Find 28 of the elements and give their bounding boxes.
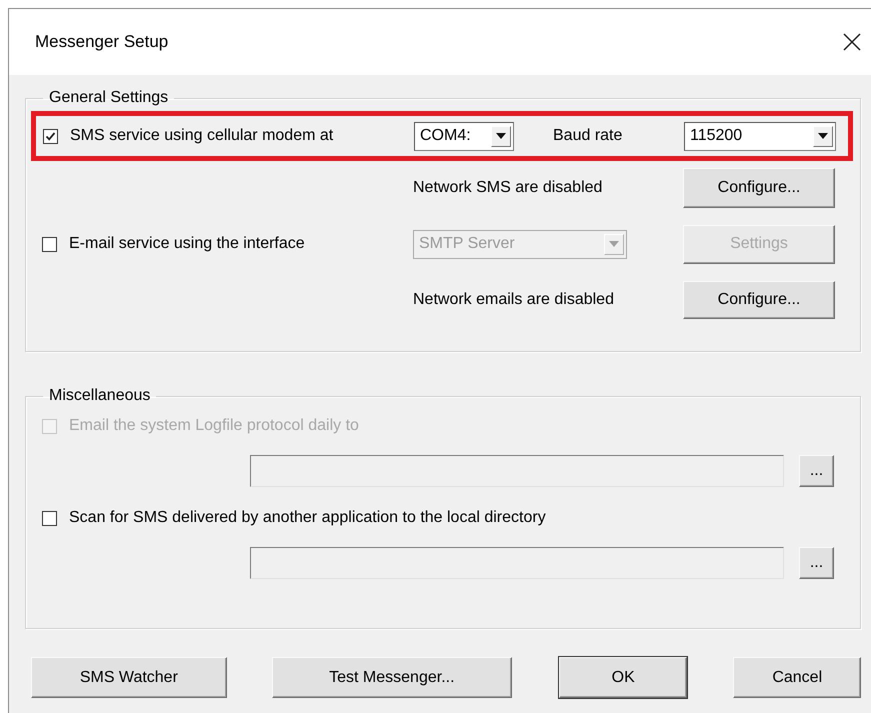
configure-button[interactable]: Configure... (683, 281, 835, 319)
dropdown[interactable]: COM4: (414, 122, 514, 150)
caret-icon (496, 133, 506, 139)
dialog-button[interactable]: OK (558, 657, 688, 698)
checkbox[interactable] (42, 510, 57, 526)
caret-icon (609, 241, 619, 247)
browse-button[interactable]: ... (799, 547, 834, 579)
checkbox-label: Scan for SMS delivered by another application to the local directory (69, 509, 546, 527)
checkbox[interactable] (43, 128, 58, 144)
status-text: Network SMS are disabled (413, 179, 604, 197)
dialog-button[interactable]: SMS Watcher (31, 657, 227, 698)
close-icon[interactable] (843, 33, 861, 51)
dialog-button[interactable]: Test Messenger... (272, 657, 512, 698)
status-text: Network emails are disabled (413, 291, 615, 309)
window-title: Messenger Setup (35, 32, 168, 52)
checkbox-label: E-mail service using the interface (69, 235, 305, 253)
path-field[interactable] (250, 547, 784, 579)
group-title: General Settings (48, 89, 170, 107)
group-title: Miscellaneous (48, 387, 152, 405)
configure-button[interactable]: Configure... (683, 168, 835, 208)
caret-icon (818, 133, 828, 139)
dropdown[interactable]: 115200 (684, 122, 836, 150)
dialog-button[interactable]: Cancel (733, 657, 861, 698)
checkbox-label: Email the system Logfile protocol daily to (69, 417, 359, 435)
checkbox-label: SMS service using cellular modem at (70, 127, 334, 145)
checkbox[interactable] (42, 236, 57, 252)
baud-rate-label: Baud rate (553, 127, 624, 145)
path-field[interactable] (250, 455, 784, 487)
